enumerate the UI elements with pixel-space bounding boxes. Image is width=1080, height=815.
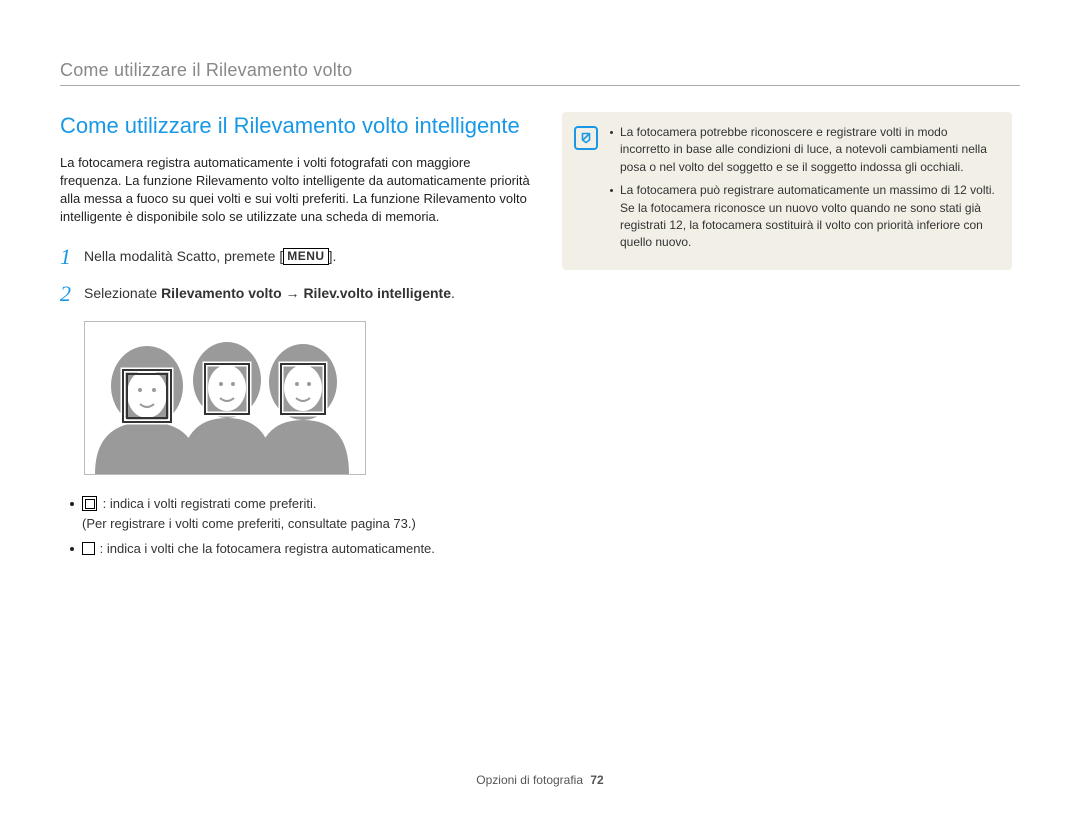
legend-1-note: (Per registrare i volti come preferiti, … bbox=[82, 516, 416, 531]
intro-paragraph: La fotocamera registra automaticamente i… bbox=[60, 154, 530, 227]
legend-1-text: : indica i volti registrati come preferi… bbox=[103, 496, 317, 511]
note-list: La fotocamera potrebbe riconoscere e reg… bbox=[610, 124, 996, 258]
step-2-bold1: Rilevamento volto bbox=[161, 285, 282, 301]
single-square-icon bbox=[82, 542, 95, 555]
step-2-bold2: Rilev.volto intelligente bbox=[303, 285, 451, 301]
note-item: La fotocamera potrebbe riconoscere e reg… bbox=[610, 124, 996, 176]
running-header: Come utilizzare il Rilevamento volto bbox=[60, 60, 1020, 81]
step-number: 2 bbox=[60, 281, 84, 307]
section-title: Come utilizzare il Rilevamento volto int… bbox=[60, 112, 530, 141]
step-text: Nella modalità Scatto, premete [MENU]. bbox=[84, 244, 336, 267]
page-footer: Opzioni di fotografia 72 bbox=[0, 773, 1080, 787]
step-1-post: ]. bbox=[329, 248, 337, 264]
legend-2-text: : indica i volti che la fotocamera regis… bbox=[100, 541, 435, 556]
step-2: 2 Selezionate Rilevamento volto → Rilev.… bbox=[60, 281, 530, 307]
note-box: La fotocamera potrebbe riconoscere e reg… bbox=[562, 112, 1012, 270]
page-number: 72 bbox=[590, 773, 603, 787]
step-text: Selezionate Rilevamento volto → Rilev.vo… bbox=[84, 281, 455, 304]
bullet-icon bbox=[70, 547, 74, 551]
step-2-suffix: . bbox=[451, 285, 455, 301]
bullet-icon bbox=[70, 502, 74, 506]
left-column: Come utilizzare il Rilevamento volto int… bbox=[60, 112, 530, 565]
note-icon bbox=[574, 126, 598, 150]
step-2-arrow: → bbox=[282, 285, 304, 301]
step-2-prefix: Selezionate bbox=[84, 285, 161, 301]
face-detection-illustration bbox=[84, 321, 366, 475]
step-1-pre: Nella modalità Scatto, premete [ bbox=[84, 248, 283, 264]
header-divider bbox=[60, 85, 1020, 86]
legend-item-2: : indica i volti che la fotocamera regis… bbox=[70, 539, 530, 559]
note-item: La fotocamera può registrare automaticam… bbox=[610, 182, 996, 252]
step-1: 1 Nella modalità Scatto, premete [MENU]. bbox=[60, 244, 530, 270]
legend-item-1: : indica i volti registrati come preferi… bbox=[70, 494, 530, 533]
footer-section: Opzioni di fotografia bbox=[476, 773, 583, 787]
right-column: La fotocamera potrebbe riconoscere e reg… bbox=[562, 112, 1012, 565]
menu-button-label: MENU bbox=[283, 248, 328, 264]
step-number: 1 bbox=[60, 244, 84, 270]
illustration-container bbox=[84, 321, 530, 480]
double-square-icon bbox=[82, 496, 97, 511]
legend: : indica i volti registrati come preferi… bbox=[70, 494, 530, 559]
